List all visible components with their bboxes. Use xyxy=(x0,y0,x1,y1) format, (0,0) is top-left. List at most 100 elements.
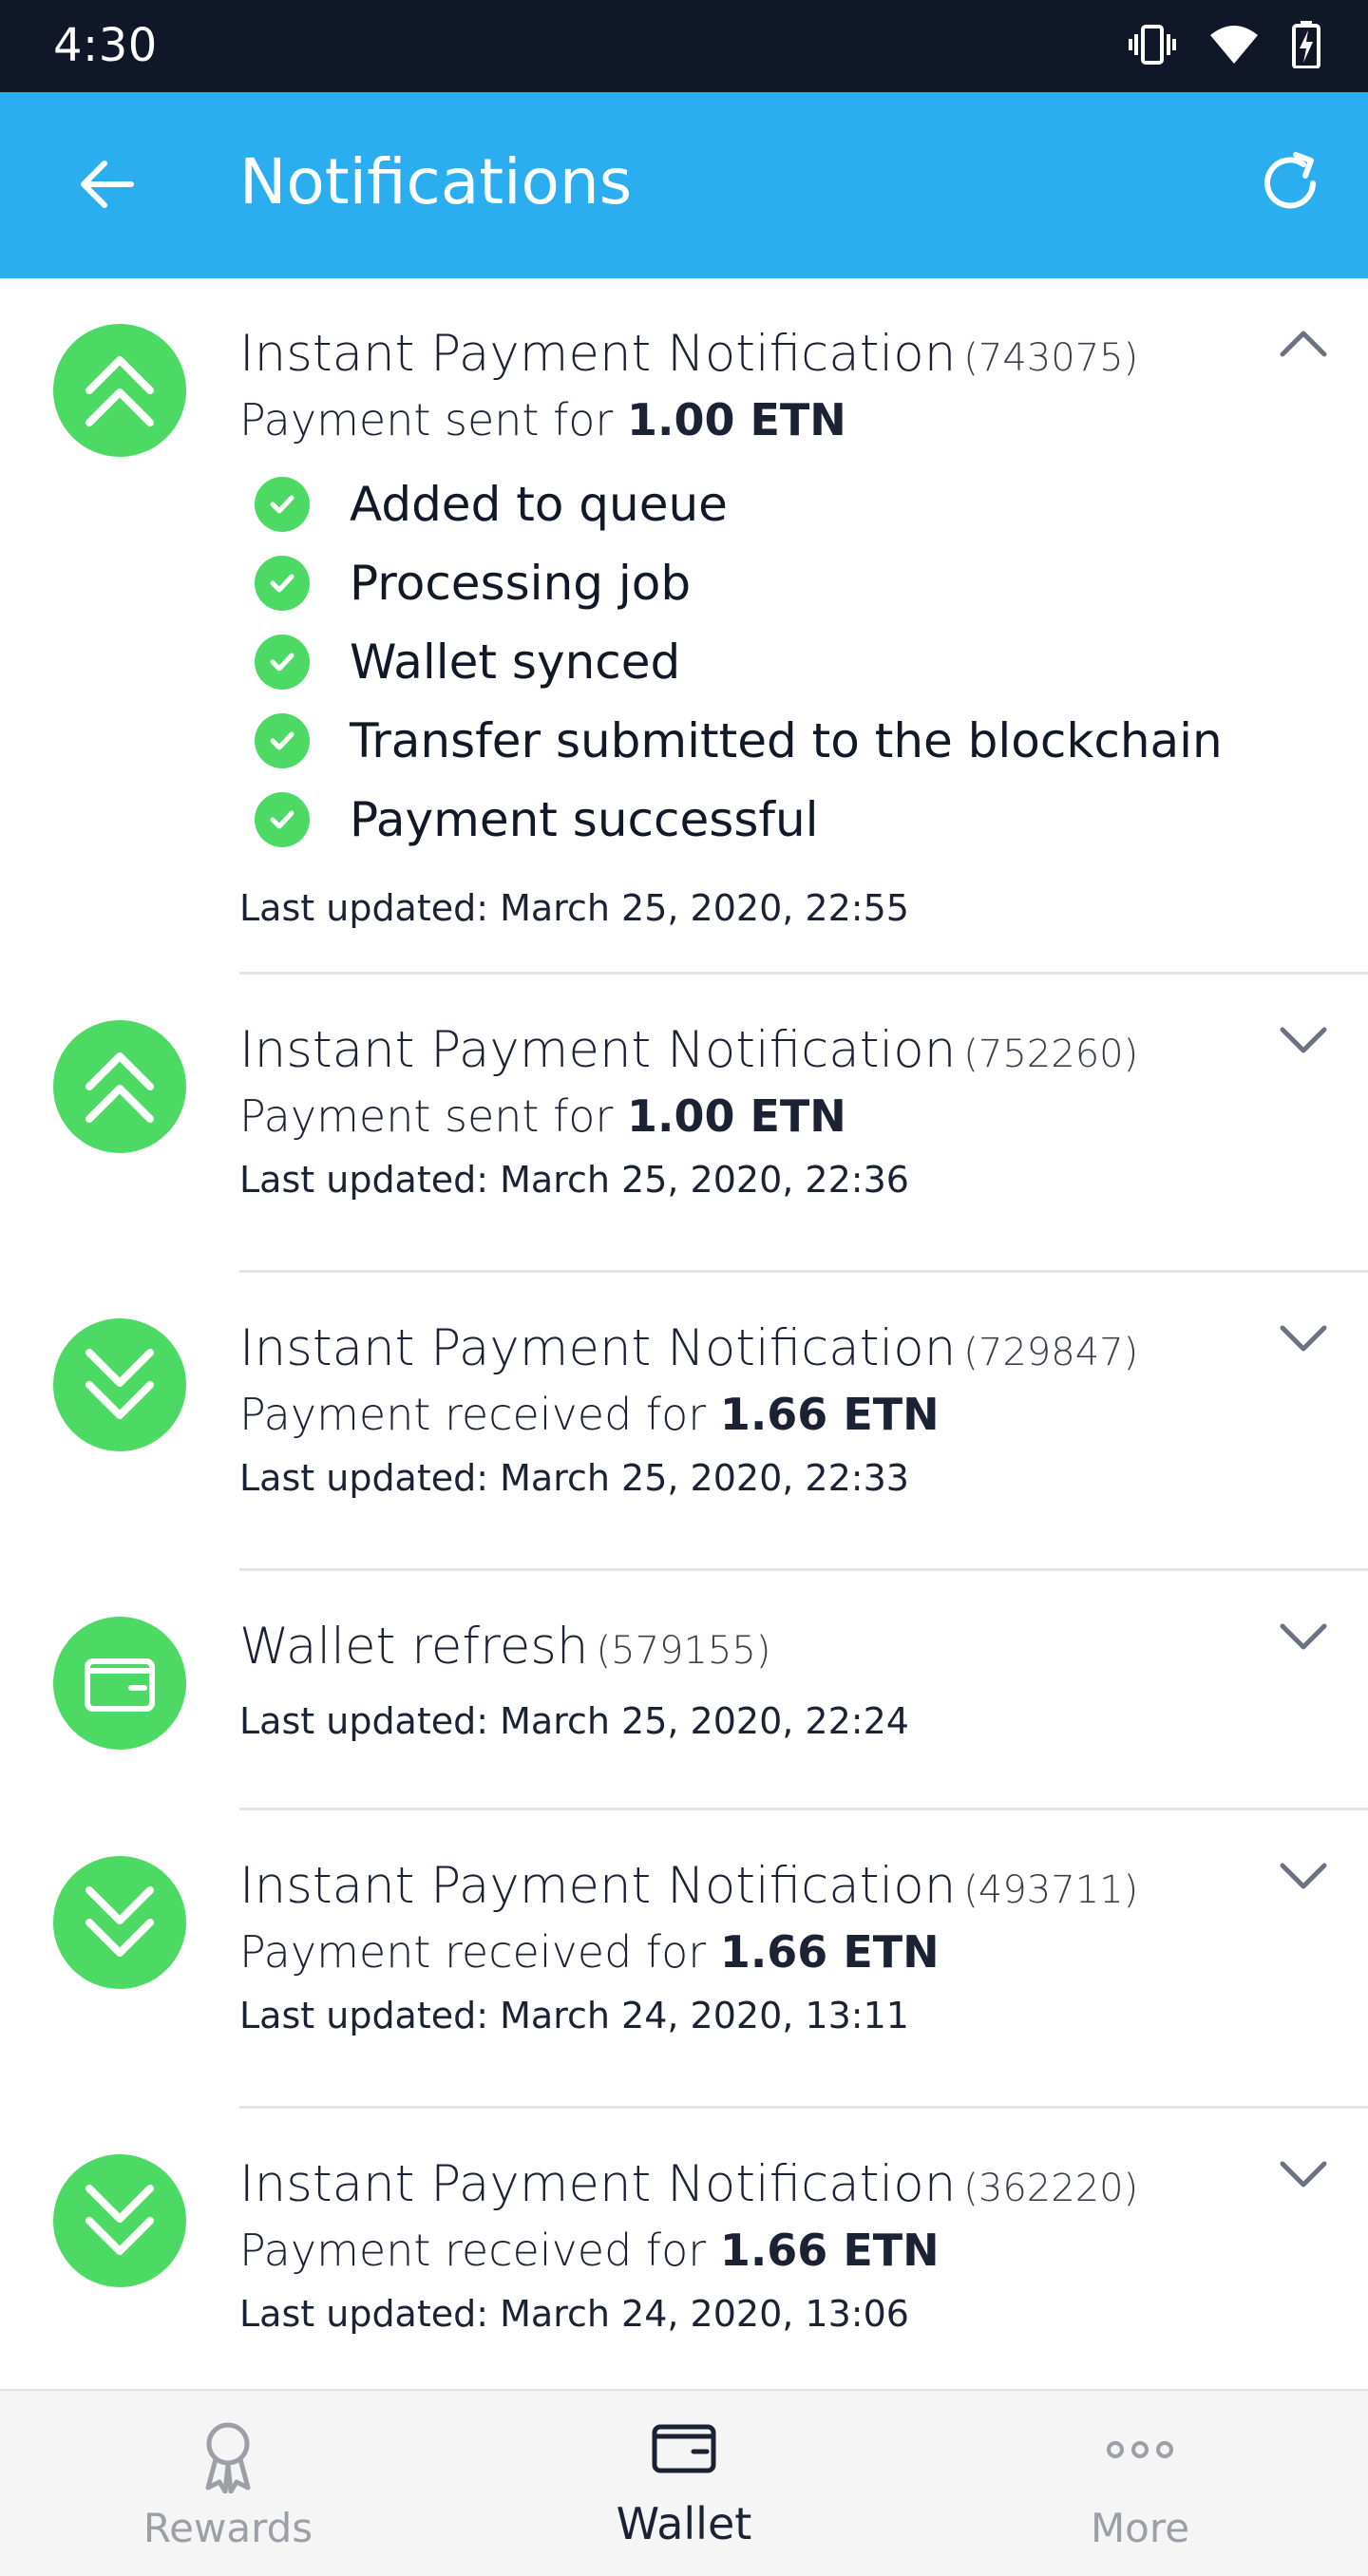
chevron-down-icon[interactable] xyxy=(1277,1619,1330,1653)
wallet-avatar xyxy=(53,1617,186,1750)
arrow-up-icon xyxy=(86,356,154,426)
notification-subtitle: Payment sent for 1.00 ETN xyxy=(239,388,1368,451)
chevron-down-icon[interactable] xyxy=(1277,1320,1330,1354)
progress-steps: Added to queue Processing job Wallet syn… xyxy=(255,464,1368,859)
more-dots-icon xyxy=(1104,2438,1176,2465)
notification-item[interactable]: Instant Payment Notification (743075) Pay… xyxy=(53,278,1368,975)
tab-more[interactable]: More xyxy=(912,2391,1368,2576)
arrow-up-icon xyxy=(86,1052,154,1123)
last-updated: Last updated: March 24, 2020, 13:11 xyxy=(239,1995,909,2036)
award-icon xyxy=(195,2417,261,2497)
notification-subtitle: Payment received for 1.66 ETN xyxy=(239,1383,1368,1446)
last-updated: Last updated: March 24, 2020, 13:06 xyxy=(239,2293,909,2335)
page-title: Notifications xyxy=(239,145,633,218)
subtitle-prefix: Payment received for xyxy=(239,2225,720,2276)
amount: 1.66 ETN xyxy=(719,1926,940,1978)
amount: 1.00 ETN xyxy=(626,394,846,445)
step-item: Processing job xyxy=(255,543,1368,622)
step-label: Transfer submitted to the blockchain xyxy=(350,712,1223,768)
notification-code: (743075) xyxy=(963,336,1139,380)
status-bar: 4:30 xyxy=(0,0,1368,92)
notification-code: (493711) xyxy=(963,1868,1139,1912)
step-label: Processing job xyxy=(350,555,692,611)
arrow-down-icon xyxy=(86,1886,154,1957)
notification-title: Instant Payment Notification xyxy=(239,1857,957,1915)
tab-wallet[interactable]: Wallet xyxy=(456,2391,912,2576)
subtitle-prefix: Payment received for xyxy=(239,1926,720,1978)
notification-list: Instant Payment Notification (743075) Pay… xyxy=(0,278,1368,2388)
arrow-down-icon xyxy=(86,2185,154,2255)
chevron-down-icon[interactable] xyxy=(1277,1022,1330,1056)
step-label: Payment successful xyxy=(350,791,819,847)
last-updated: Last updated: March 25, 2020, 22:33 xyxy=(239,1457,909,1499)
notification-title: Instant Payment Notification xyxy=(239,1021,957,1079)
notification-title-row: Instant Payment Notification (362220) xyxy=(239,2154,1368,2219)
battery-charging-icon xyxy=(1292,21,1320,68)
subtitle-prefix: Payment sent for xyxy=(239,394,627,445)
step-item: Transfer submitted to the blockchain xyxy=(255,701,1368,780)
notification-code: (362220) xyxy=(963,2167,1139,2210)
notification-item[interactable]: Instant Payment Notification (493711) Pay… xyxy=(53,1810,1368,2109)
notification-item[interactable]: Wallet refresh (579155) Last updated: Mar… xyxy=(53,1571,1368,1810)
app-bar: Notifications xyxy=(0,92,1368,278)
notification-subtitle: Payment received for 1.66 ETN xyxy=(239,2219,1368,2282)
refresh-button[interactable] xyxy=(1254,147,1326,219)
notification-title: Wallet refresh xyxy=(239,1618,589,1676)
notification-code: (752260) xyxy=(963,1032,1139,1076)
subtitle-prefix: Payment received for xyxy=(239,1389,720,1440)
notification-code: (579155) xyxy=(596,1629,771,1673)
tab-rewards[interactable]: Rewards xyxy=(0,2391,456,2576)
back-button[interactable] xyxy=(74,151,141,218)
notification-title-row: Instant Payment Notification (729847) xyxy=(239,1318,1368,1383)
vibrate-icon xyxy=(1129,23,1176,66)
amount: 1.00 ETN xyxy=(626,1090,846,1142)
step-label: Wallet synced xyxy=(350,634,681,690)
notification-title-row: Instant Payment Notification (752260) xyxy=(239,1020,1368,1085)
notification-title: Instant Payment Notification xyxy=(239,2155,957,2213)
notification-item[interactable]: Instant Payment Notification (729847) Pay… xyxy=(53,1273,1368,1571)
check-icon xyxy=(255,476,310,532)
check-icon xyxy=(255,634,310,690)
notification-subtitle: Payment received for 1.66 ETN xyxy=(239,1921,1368,1983)
wifi-icon xyxy=(1208,24,1260,66)
notification-title-row: Wallet refresh (579155) xyxy=(239,1617,1368,1681)
amount: 1.66 ETN xyxy=(719,1389,940,1440)
arrow-left-icon xyxy=(81,161,134,208)
refresh-icon xyxy=(1264,152,1316,209)
arrow-down-icon xyxy=(86,1349,154,1419)
step-item: Wallet synced xyxy=(255,622,1368,701)
notification-title: Instant Payment Notification xyxy=(239,325,957,383)
check-icon xyxy=(255,712,310,768)
step-item: Added to queue xyxy=(255,464,1368,543)
payment-received-avatar xyxy=(53,1856,186,1989)
tab-label: Rewards xyxy=(142,2505,314,2551)
last-updated: Last updated: March 25, 2020, 22:24 xyxy=(239,1700,909,1742)
notification-title-row: Instant Payment Notification (743075) xyxy=(239,324,1368,388)
chevron-up-icon[interactable] xyxy=(1277,326,1330,360)
payment-received-avatar xyxy=(53,2154,186,2287)
bottom-navigation: Rewards Wallet More xyxy=(0,2389,1368,2576)
tab-label: Wallet xyxy=(616,2498,752,2549)
amount: 1.66 ETN xyxy=(719,2225,940,2276)
step-label: Added to queue xyxy=(350,476,728,532)
last-updated: Last updated: March 25, 2020, 22:36 xyxy=(239,1159,909,1201)
notification-subtitle: Payment sent for 1.00 ETN xyxy=(239,1085,1368,1147)
payment-received-avatar xyxy=(53,1318,186,1451)
system-icons xyxy=(1129,21,1320,68)
notification-title: Instant Payment Notification xyxy=(239,1319,957,1377)
step-item: Payment successful xyxy=(255,780,1368,859)
chevron-down-icon[interactable] xyxy=(1277,2156,1330,2190)
notification-title-row: Instant Payment Notification (493711) xyxy=(239,1856,1368,1921)
last-updated: Last updated: March 25, 2020, 22:55 xyxy=(239,887,909,929)
payment-sent-avatar xyxy=(53,324,186,457)
chevron-down-icon[interactable] xyxy=(1277,1858,1330,1892)
notification-item[interactable]: Instant Payment Notification (752260) Pay… xyxy=(53,975,1368,1273)
check-icon xyxy=(255,555,310,611)
status-time: 4:30 xyxy=(53,19,158,72)
wallet-icon xyxy=(650,2417,718,2482)
check-icon xyxy=(255,791,310,847)
notification-code: (729847) xyxy=(963,1331,1139,1374)
payment-sent-avatar xyxy=(53,1020,186,1153)
subtitle-prefix: Payment sent for xyxy=(239,1090,627,1142)
notification-item[interactable]: Instant Payment Notification (362220) Pay… xyxy=(53,2109,1368,2388)
